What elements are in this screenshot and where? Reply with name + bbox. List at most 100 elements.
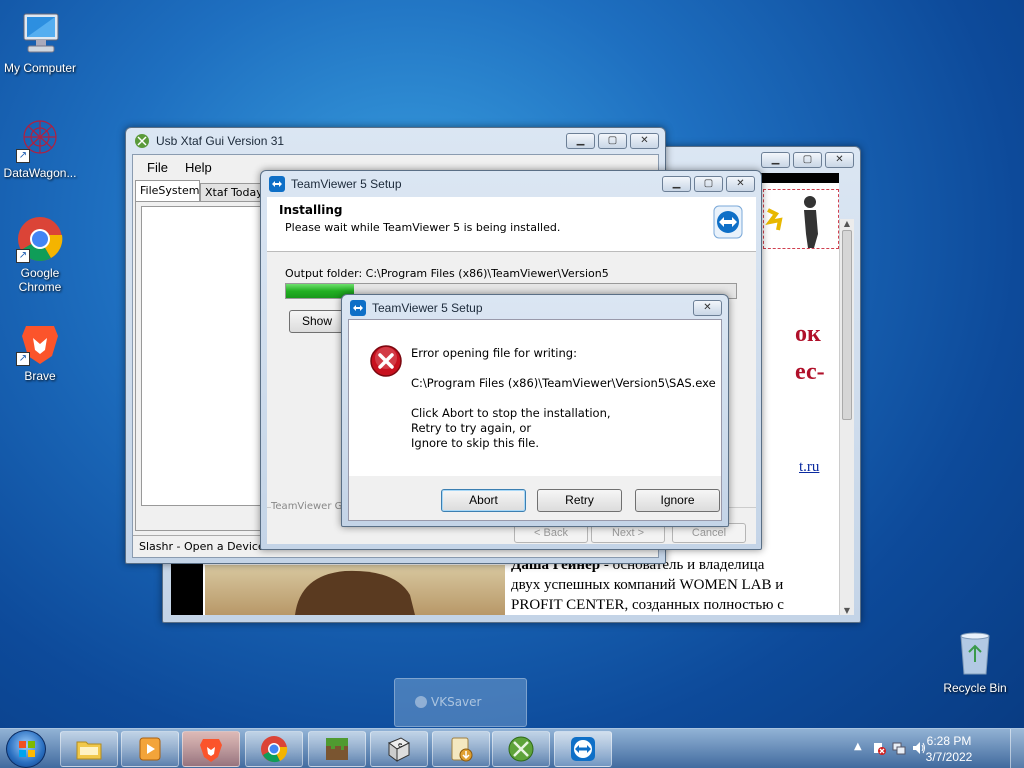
close-button[interactable]: ✕	[693, 300, 722, 316]
taskbar-brave[interactable]	[182, 731, 240, 767]
window-controls: ▁ ▢ ✕	[566, 133, 659, 149]
paragraph-line-2: двух успешных компаний WOMEN LAB и	[511, 577, 784, 593]
error-line-5: Ignore to skip this file.	[411, 436, 540, 450]
output-folder-label: Output folder: C:\Program Files (x86)\Te…	[285, 267, 609, 280]
svg-text:e: e	[398, 741, 402, 749]
error-dialog[interactable]: TeamViewer 5 Setup ✕ Error opening file …	[341, 294, 729, 527]
start-button[interactable]	[6, 730, 46, 768]
maximize-button[interactable]: ▢	[793, 152, 822, 168]
portrait-photo	[205, 565, 505, 615]
maximize-button[interactable]: ▢	[598, 133, 627, 149]
taskbar-teamviewer[interactable]	[554, 731, 612, 767]
menu-file[interactable]: File	[147, 160, 168, 175]
teamviewer-icon	[269, 176, 285, 192]
teamviewer-icon	[350, 300, 366, 316]
folder-icon	[75, 735, 103, 763]
clock[interactable]: 6:28 PM 3/7/2022	[914, 733, 984, 765]
xbox-icon	[135, 134, 149, 148]
desktop-icon-my-computer[interactable]: My Computer	[0, 10, 80, 75]
window-controls: ▁ ▢ ✕	[662, 176, 755, 192]
error-message: Error opening file for writing: C:\Progr…	[411, 346, 716, 451]
desktop-icon-label: Google Chrome	[18, 266, 62, 294]
xbox-icon	[507, 735, 535, 763]
teamviewer-icon	[569, 735, 597, 763]
minimize-button[interactable]: ▁	[761, 152, 790, 168]
recycle-bin-icon	[951, 630, 999, 678]
shortcut-arrow-icon: ↗	[16, 352, 30, 366]
desktop-icon-label: DataWagon...	[3, 166, 77, 180]
scroll-thumb[interactable]	[842, 230, 852, 420]
desktop-icon-recycle-bin[interactable]: Recycle Bin	[935, 630, 1015, 695]
error-dialog-titlebar[interactable]: TeamViewer 5 Setup	[342, 295, 728, 321]
retry-button[interactable]: Retry	[537, 489, 622, 512]
setup-subheading: Please wait while TeamViewer 5 is being …	[285, 221, 561, 234]
media-player-icon	[136, 735, 164, 763]
desktop-icon-label: Brave	[24, 369, 56, 383]
system-tray: ▲ 6:28 PM 3/7/2022	[844, 729, 1024, 768]
error-dialog-client: Error opening file for writing: C:\Progr…	[348, 319, 722, 521]
taskbar-chrome[interactable]	[245, 731, 303, 767]
tab-xtaf-today[interactable]: Xtaf Today	[200, 183, 264, 201]
vksaver-icon	[415, 696, 427, 708]
datawagon-icon: ↗	[16, 115, 64, 163]
taskbar-xbox[interactable]	[492, 731, 550, 767]
maximize-button[interactable]: ▢	[694, 176, 723, 192]
article-paragraph: Даша Гейнер - основатель и владелица дву…	[511, 555, 841, 615]
shortcut-arrow-icon: ↗	[16, 149, 30, 163]
menu-help[interactable]: Help	[185, 160, 212, 175]
abort-button[interactable]: Abort	[441, 489, 526, 512]
close-button[interactable]: ✕	[630, 133, 659, 149]
error-line-1: Error opening file for writing:	[411, 346, 577, 360]
paragraph-line-3: PROFIT CENTER, созданных полностью с	[511, 597, 784, 613]
taskbar-installer[interactable]	[432, 731, 490, 767]
desktop-icon-brave[interactable]: ↗ Brave	[0, 318, 80, 383]
window-controls: ✕	[693, 300, 722, 316]
ebook-icon: e	[385, 735, 413, 763]
heading-fragment-2: ес-	[795, 359, 825, 385]
error-line-4: Retry to try again, or	[411, 421, 532, 435]
computer-icon	[16, 10, 64, 58]
action-center-icon[interactable]	[872, 741, 886, 755]
tab-filesystem[interactable]: FileSystem	[135, 180, 200, 201]
file-tree[interactable]	[141, 206, 261, 506]
close-button[interactable]: ✕	[726, 176, 755, 192]
minimize-button[interactable]: ▁	[566, 133, 595, 149]
windows-logo-icon	[19, 741, 35, 757]
setup-header: Installing Please wait while TeamViewer …	[267, 197, 756, 252]
ignore-button[interactable]: Ignore	[635, 489, 720, 512]
show-hidden-icons-icon[interactable]: ▲	[854, 741, 862, 752]
scroll-up-icon[interactable]: ▲	[840, 219, 854, 228]
brave-icon	[197, 735, 225, 763]
minimize-button[interactable]: ▁	[662, 176, 691, 192]
taskbar-minecraft[interactable]	[308, 731, 366, 767]
taskbar-media-player[interactable]	[121, 731, 179, 767]
error-icon	[370, 345, 402, 377]
heading-fragment-1: ок	[795, 321, 821, 347]
show-details-button[interactable]: Show de	[289, 310, 349, 333]
banner-image	[763, 189, 839, 249]
desktop-icon-google-chrome[interactable]: ↗ Google Chrome	[0, 215, 80, 294]
close-button[interactable]: ✕	[825, 152, 854, 168]
taskbar-explorer[interactable]	[60, 731, 118, 767]
shortcut-arrow-icon: ↗	[16, 249, 30, 263]
taskbar: e ▲ 6:28 PM 3/7/2022	[0, 728, 1024, 768]
brand-footer: TeamViewer Gr	[271, 501, 351, 512]
link-fragment[interactable]: t.ru	[799, 459, 819, 476]
vertical-scrollbar[interactable]: ▲ ▼	[839, 219, 854, 615]
error-message-area: Error opening file for writing: C:\Progr…	[349, 320, 721, 476]
network-icon[interactable]	[892, 741, 906, 755]
show-desktop-button[interactable]	[1010, 729, 1024, 768]
installer-icon	[447, 735, 475, 763]
vksaver-ghost-window[interactable]: VKSaver	[394, 678, 527, 727]
taskbar-ebook[interactable]: e	[370, 731, 428, 767]
vksaver-label-wrap: VKSaver	[415, 695, 481, 709]
desktop-icon-datawagon[interactable]: ↗ DataWagon...	[0, 115, 80, 180]
chrome-icon: ↗	[16, 215, 64, 263]
scroll-down-icon[interactable]: ▼	[840, 606, 854, 615]
vksaver-label: VKSaver	[431, 695, 482, 709]
window-controls: ▁ ▢ ✕	[761, 152, 854, 168]
brave-icon: ↗	[16, 318, 64, 366]
error-dialog-title: TeamViewer 5 Setup	[372, 301, 483, 315]
clock-date: 3/7/2022	[925, 750, 973, 764]
minecraft-block-icon	[323, 735, 351, 763]
